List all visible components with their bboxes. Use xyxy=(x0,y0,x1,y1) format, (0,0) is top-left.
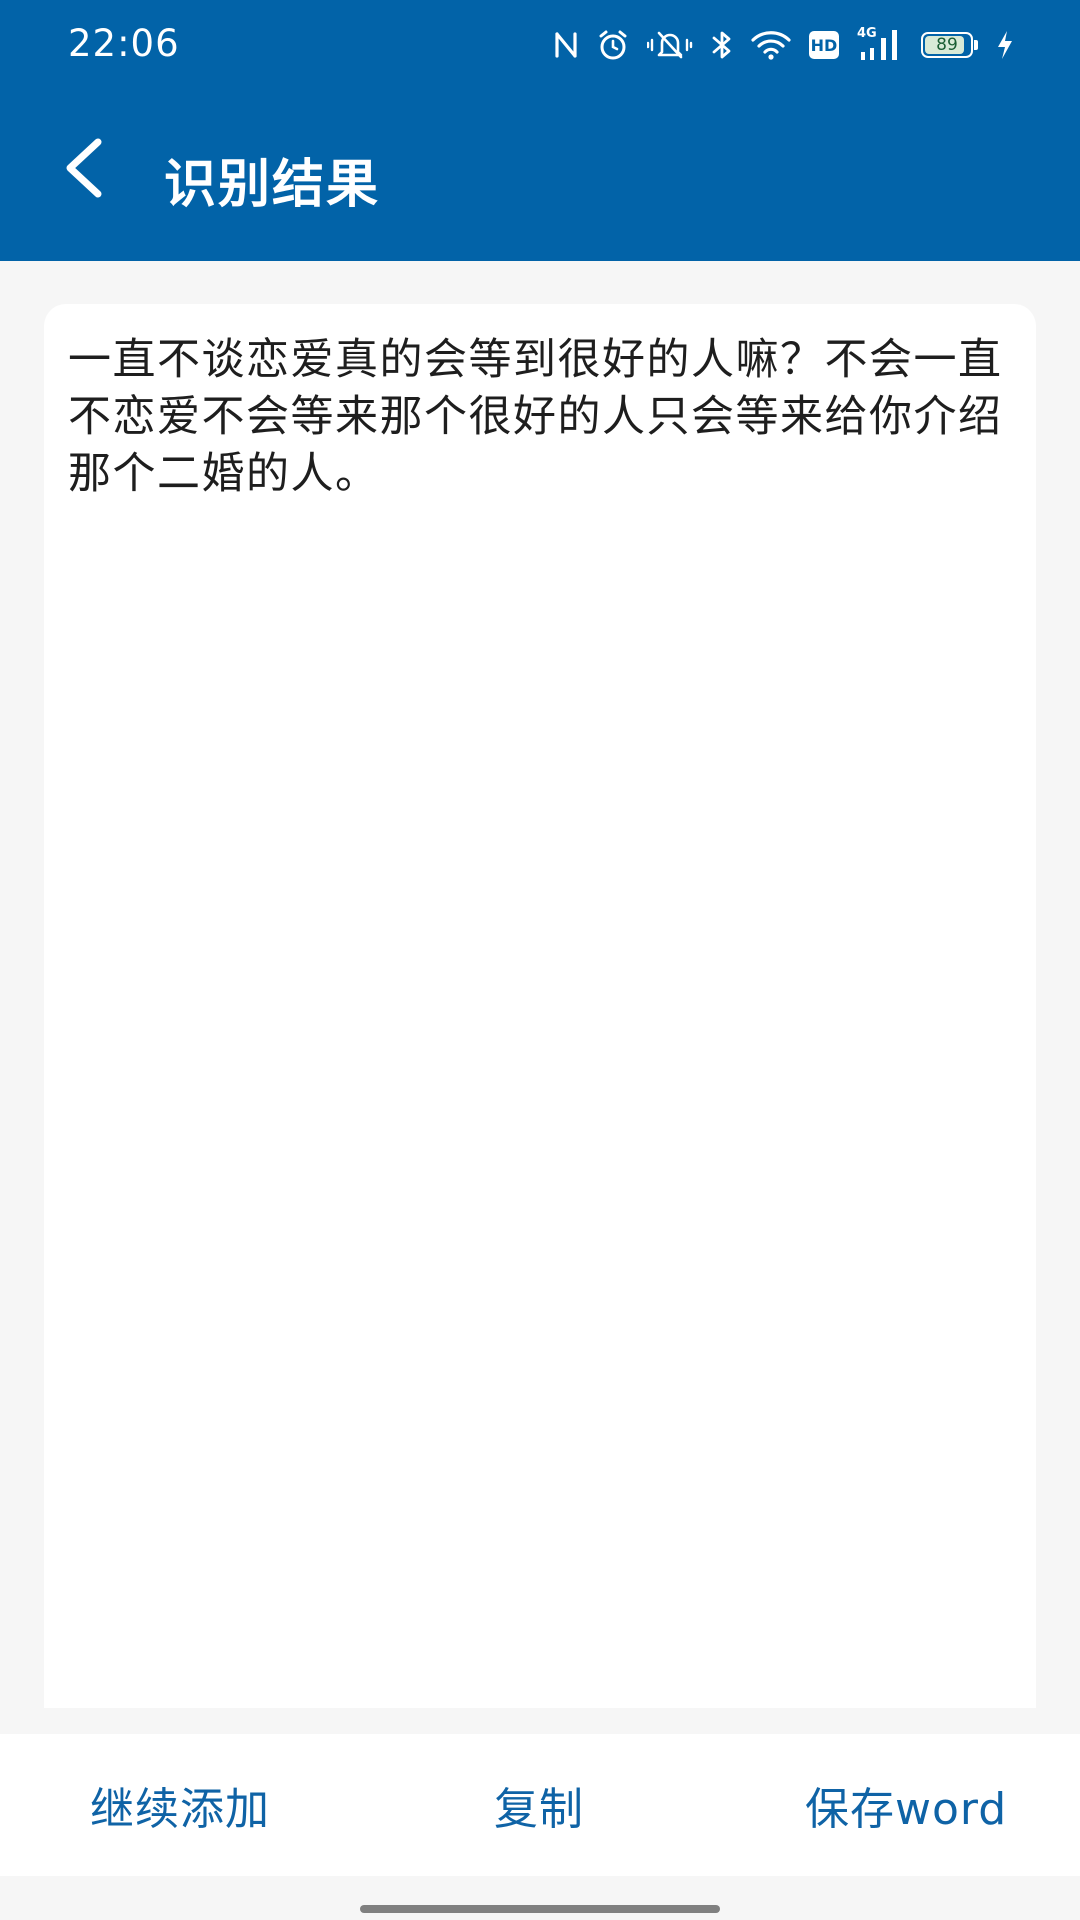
result-card: 一直不谈恋爱真的会等到很好的人嘛？不会一直不恋爱不会等来那个很好的人只会等来给你… xyxy=(44,304,1036,1708)
network-type-label: 4G xyxy=(857,26,877,41)
copy-button[interactable]: 复制 xyxy=(494,1734,584,1876)
wifi-icon xyxy=(751,30,791,60)
continue-add-button[interactable]: 继续添加 xyxy=(90,1734,270,1876)
status-bar: 22:06 HD 4G 89 xyxy=(0,0,1080,90)
signal-icon: 4G xyxy=(857,26,903,62)
status-icons: HD 4G 89 xyxy=(553,24,1014,66)
page-title: 识别结果 xyxy=(164,155,381,215)
toolbar: 识别结果 xyxy=(0,90,1080,261)
save-word-button[interactable]: 保存word xyxy=(805,1734,1007,1876)
battery-level: 89 xyxy=(936,35,958,55)
battery-icon: 89 xyxy=(921,32,978,58)
back-button[interactable] xyxy=(44,130,124,210)
alarm-icon xyxy=(597,29,629,61)
result-text-area[interactable]: 一直不谈恋爱真的会等到很好的人嘛？不会一直不恋爱不会等来那个很好的人只会等来给你… xyxy=(68,332,1012,1672)
status-time: 22:06 xyxy=(68,22,180,65)
app-header: 22:06 HD 4G 89 识别结果 xyxy=(0,0,1080,261)
bluetooth-icon xyxy=(711,29,733,61)
vibrate-icon xyxy=(647,30,693,60)
bottom-action-bar: 继续添加 复制 保存word xyxy=(0,1734,1080,1876)
navigation-handle[interactable] xyxy=(360,1905,720,1913)
charging-icon xyxy=(996,30,1014,60)
nfc-icon xyxy=(553,30,579,60)
hd-icon: HD xyxy=(809,31,839,59)
chevron-left-icon xyxy=(60,136,108,204)
